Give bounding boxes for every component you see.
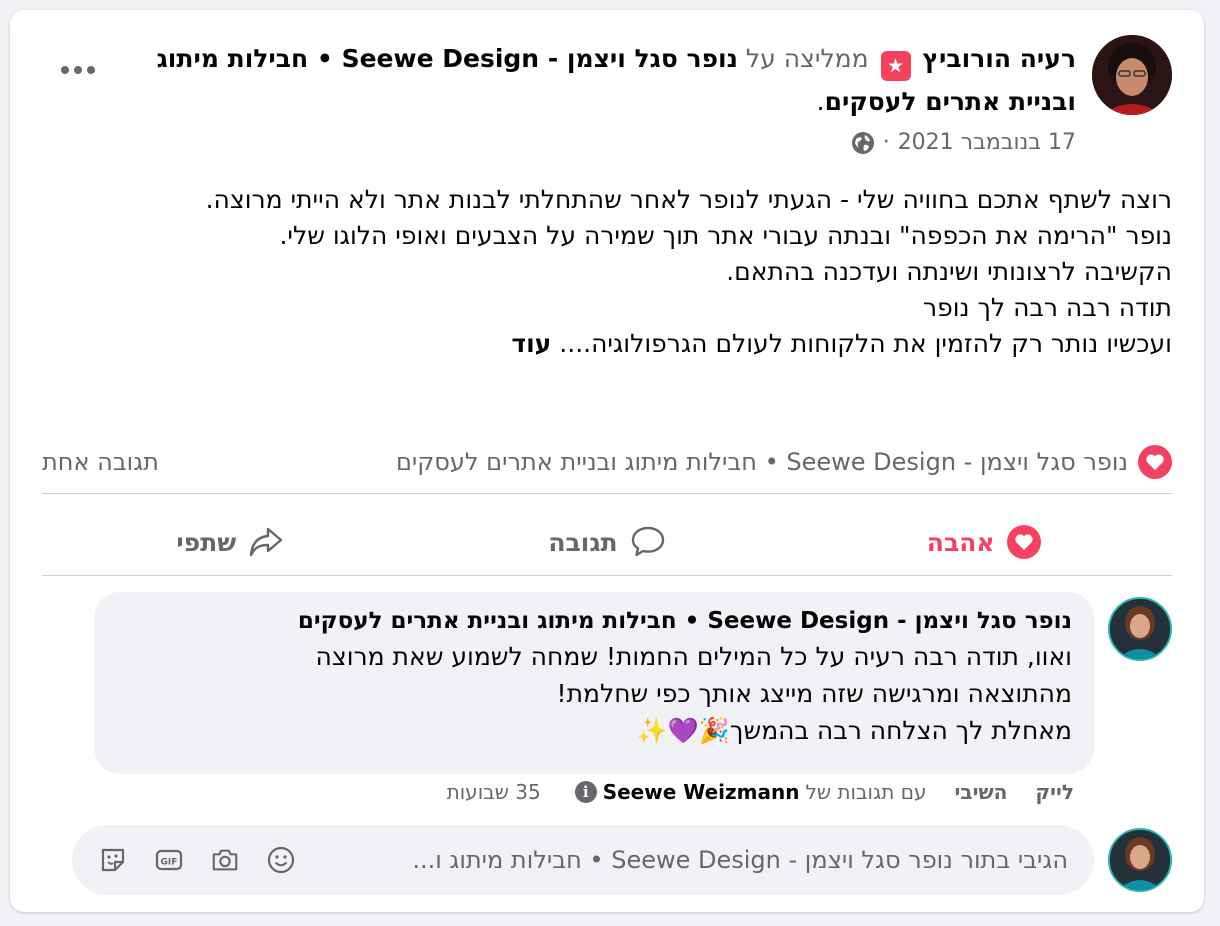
comment-time[interactable]: 35 שבועות — [447, 780, 541, 804]
camera-icon[interactable] — [210, 845, 240, 875]
recommend-star-icon: ★ — [880, 51, 911, 81]
see-more-link[interactable]: עוד — [511, 329, 551, 358]
reactions-info[interactable]: נופר סגל ויצמן - Seewe Design • חבילות מ… — [396, 445, 1172, 479]
comment-reply-button[interactable]: השיבי — [955, 780, 1008, 804]
post-card: רעיה הורוביץ ★ ממליצה על נופר סגל ויצמן … — [10, 10, 1204, 912]
reply-author-name[interactable]: Seewe Weizmann — [603, 780, 800, 804]
post-line: ועכשיו נותר רק להזמין את הלקוחות לעולם ה… — [511, 329, 1172, 358]
meta-separator: · — [882, 130, 890, 155]
sticker-icon[interactable] — [98, 845, 128, 875]
comment-author[interactable]: נופר סגל ויצמן - Seewe Design • חבילות מ… — [116, 606, 1072, 636]
post-line: נופר "הרימה את הכפפה" ובנתה עבורי אתר תו… — [279, 221, 1172, 250]
divider — [42, 493, 1172, 494]
comment-icon — [631, 526, 664, 557]
post-line: הקשיבה לרצונותי ושינתה ועדכנה בהתאם. — [726, 257, 1172, 286]
svg-text:GIF: GIF — [161, 858, 178, 868]
action-bar: אהבה תגובה שתפי — [42, 510, 1172, 574]
post-body: רוצה לשתף אתכם בחוויה שלי - הגעתי לנופר … — [32, 182, 1172, 362]
author-name[interactable]: רעיה הורוביץ — [923, 44, 1076, 73]
comment-composer[interactable]: הגיבי בתור נופר סגל ויצמן - Seewe Design… — [72, 825, 1094, 895]
post-meta: 17 בנובמבר 2021 · — [851, 130, 1076, 155]
comment-text: ואוו, תודה רבה רעיה על כל המילים החמות! … — [116, 638, 1072, 749]
comment-label: תגובה — [548, 527, 618, 557]
post-date[interactable]: 17 בנובמבר 2021 — [898, 130, 1076, 155]
reply-author-note: עם תגובות של Seewe Weizmann i — [574, 780, 927, 804]
heart-icon — [1006, 525, 1041, 559]
recommends-label: ממליצה על — [745, 44, 869, 73]
comment-line: ואוו, תודה רבה רעיה על כל המילים החמות! … — [315, 642, 1072, 671]
globe-icon — [851, 131, 874, 154]
heart-icon — [1138, 445, 1172, 479]
emoji-icon[interactable] — [266, 845, 296, 875]
reactor-name: נופר סגל ויצמן - Seewe Design • חבילות מ… — [395, 448, 1128, 476]
author-avatar[interactable] — [1092, 35, 1172, 115]
love-button[interactable]: אהבה — [795, 525, 1172, 559]
comment-button[interactable]: תגובה — [419, 525, 796, 559]
composer-tools: GIF — [98, 845, 296, 875]
comment-bubble: נופר סגל ויצמן - Seewe Design • חבילות מ… — [94, 592, 1094, 774]
share-icon — [250, 527, 283, 557]
composer-input[interactable]: הגיבי בתור נופר סגל ויצמן - Seewe Design… — [296, 846, 1068, 874]
post-line: תודה רבה רבה לך נופר — [923, 293, 1172, 322]
more-options-icon[interactable] — [58, 58, 98, 82]
comment-line: מהתוצאה ומרגישה שזה מייצג אותך כפי שחלמת… — [556, 679, 1072, 708]
comments-count[interactable]: תגובה אחת — [42, 448, 159, 476]
comment-meta: לייק השיבי עם תגובות של Seewe Weizmann i… — [447, 780, 1074, 804]
post-headline: רעיה הורוביץ ★ ממליצה על נופר סגל ויצמן … — [156, 44, 1076, 116]
comment-line: מאחלת לך הצלחה רבה בהמשך🎉💜✨ — [636, 716, 1072, 745]
gif-icon[interactable]: GIF — [154, 845, 184, 875]
share-button[interactable]: שתפי — [42, 525, 419, 559]
comment-like-button[interactable]: לייק — [1035, 780, 1074, 804]
post-line: רוצה לשתף אתכם בחוויה שלי - הגעתי לנופר … — [205, 185, 1172, 214]
reactions-summary: נופר סגל ויצמן - Seewe Design • חבילות מ… — [42, 438, 1172, 486]
divider — [42, 575, 1172, 576]
info-icon[interactable]: i — [574, 781, 597, 803]
share-label: שתפי — [176, 527, 237, 557]
commenter-avatar[interactable] — [1108, 597, 1172, 661]
love-label: אהבה — [926, 527, 995, 557]
composer-avatar[interactable] — [1108, 828, 1172, 892]
